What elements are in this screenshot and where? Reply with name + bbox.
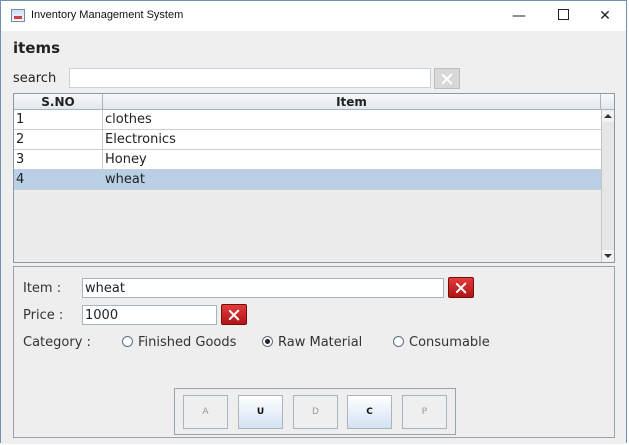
window-title: Inventory Management System [31,9,184,21]
radio-button-icon [262,336,273,347]
item-label: Item : [23,281,62,296]
radio-consumable[interactable]: Consumable [393,335,490,350]
clear-button[interactable]: C [347,395,392,429]
print-button[interactable]: P [402,395,447,429]
price-label: Price : [23,308,64,323]
cell-sno: 3 [14,150,103,170]
main-content: items search S.NO Item 1 clothes 2 Electron… [1,31,626,444]
arrow-down-icon [604,254,612,258]
minimize-button[interactable]: — [497,1,541,31]
maximize-icon [557,9,569,20]
app-icon [11,9,25,22]
cell-item: Electronics [105,132,176,147]
cell-sno: 2 [14,130,103,150]
scroll-up-button[interactable] [602,110,614,122]
price-clear-button[interactable] [221,304,247,325]
column-header-item[interactable]: Item [103,94,601,110]
item-form: Item : Price : Category : Finished Goods… [13,266,615,438]
table-row[interactable]: 1 clothes [14,110,601,130]
table-row[interactable]: 3 Honey [14,150,601,170]
item-field[interactable] [82,278,444,298]
search-input[interactable] [69,68,431,88]
close-icon [227,308,241,322]
arrow-up-icon [604,114,612,118]
table-body: 1 clothes 2 Electronics 3 Honey 4 wheat [14,110,601,190]
close-button[interactable]: ✕ [583,1,627,31]
search-label: search [13,71,57,86]
radio-finished-goods[interactable]: Finished Goods [122,335,236,350]
cell-sno: 4 [14,170,103,190]
action-button-panel: A U D C P [174,388,456,435]
category-label: Category : [23,335,91,350]
title-bar: Inventory Management System — ✕ [1,1,626,31]
radio-button-icon [122,336,133,347]
add-button[interactable]: A [183,395,228,429]
maximize-button[interactable] [541,1,585,31]
item-clear-button[interactable] [448,277,474,298]
cell-item: Honey [105,152,147,167]
radio-label: Raw Material [278,335,363,350]
items-table: S.NO Item 1 clothes 2 Electronics 3 Honey 4 whe… [13,93,615,263]
column-header-sno[interactable]: S.NO [14,94,103,110]
cell-sno: 1 [14,110,103,130]
app-window: Inventory Management System — ✕ items se… [0,0,627,444]
radio-raw-material[interactable]: Raw Material [262,335,362,350]
scroll-down-button[interactable] [602,250,614,262]
table-row[interactable]: 2 Electronics [14,130,601,150]
radio-label: Finished Goods [138,335,237,350]
search-clear-button[interactable] [434,68,460,89]
close-icon [440,72,454,86]
radio-label: Consumable [409,335,490,350]
price-field[interactable] [82,305,217,325]
table-row[interactable]: 4 wheat [14,170,601,190]
radio-button-icon [393,336,404,347]
close-icon [454,281,468,295]
table-header-corner [601,94,614,110]
update-button[interactable]: U [238,395,283,429]
delete-button[interactable]: D [293,395,338,429]
page-title: items [13,39,61,57]
vertical-scrollbar[interactable] [601,110,614,262]
cell-item: wheat [105,172,145,187]
cell-item: clothes [105,112,152,127]
